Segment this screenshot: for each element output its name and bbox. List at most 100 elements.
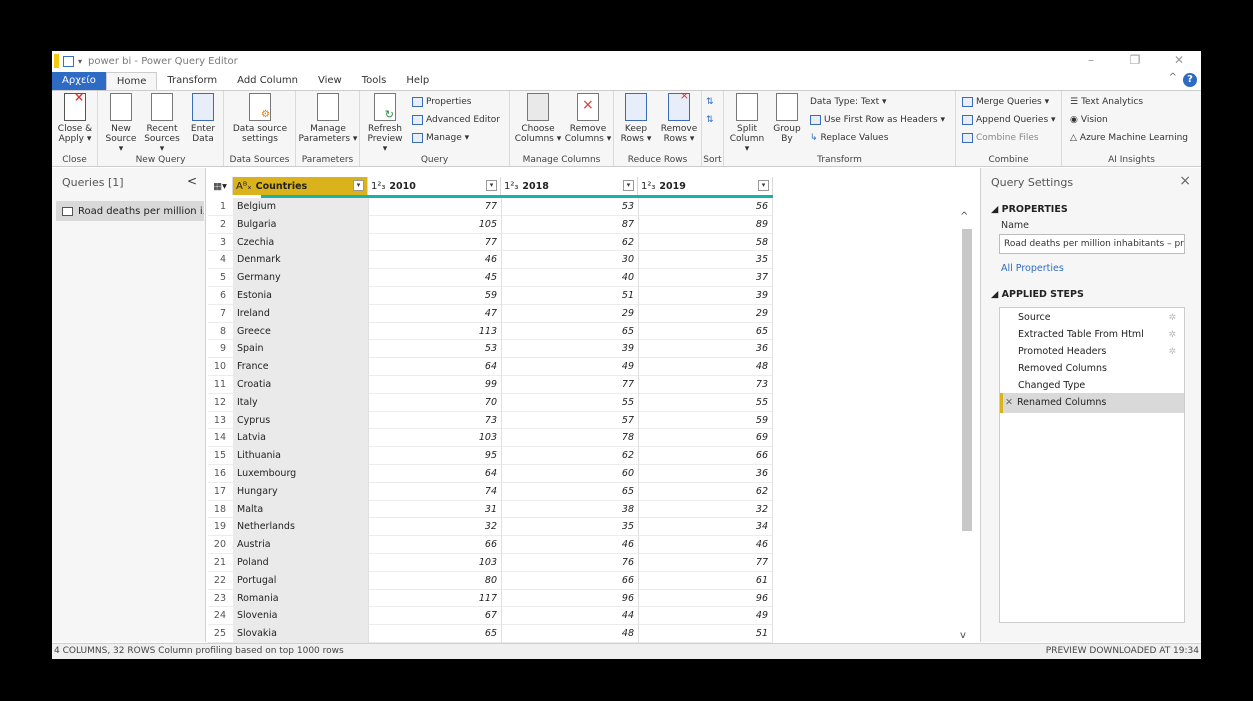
- cell-2010[interactable]: 45: [368, 269, 501, 287]
- cell-country[interactable]: Latvia: [233, 429, 368, 448]
- cell-2010[interactable]: 103: [368, 429, 501, 448]
- cell-2010[interactable]: 53: [368, 340, 501, 359]
- tab-home[interactable]: Home: [105, 72, 158, 90]
- table-row[interactable]: 18 Malta 31 38 32: [208, 500, 773, 519]
- table-row[interactable]: 11 Croatia 99 77 73: [208, 376, 773, 394]
- number-type-icon[interactable]: 1²₃: [641, 181, 655, 192]
- table-row[interactable]: 21 Poland 103 76 77: [208, 554, 773, 572]
- cell-2018[interactable]: 46: [501, 536, 638, 554]
- cell-2018[interactable]: 60: [501, 465, 638, 483]
- table-row[interactable]: 10 France 64 49 48: [208, 358, 773, 376]
- cell-2018[interactable]: 39: [501, 340, 638, 359]
- close-icon[interactable]: ×: [1179, 173, 1191, 189]
- cell-2019[interactable]: 66: [638, 447, 773, 465]
- table-row[interactable]: 15 Lithuania 95 62 66: [208, 447, 773, 465]
- table-row[interactable]: 14 Latvia 103 78 69: [208, 429, 773, 448]
- cell-2010[interactable]: 65: [368, 625, 501, 643]
- replace-values-button[interactable]: ↳ Replace Values: [810, 133, 888, 143]
- scrollbar-thumb[interactable]: [962, 229, 972, 531]
- cell-2018[interactable]: 65: [501, 482, 638, 501]
- cell-2019[interactable]: 58: [638, 233, 773, 252]
- first-row-headers-button[interactable]: Use First Row as Headers ▾: [810, 115, 945, 125]
- cell-2019[interactable]: 34: [638, 518, 773, 537]
- cell-2019[interactable]: 46: [638, 536, 773, 554]
- collapse-ribbon-icon[interactable]: ^: [1169, 72, 1177, 83]
- cell-2018[interactable]: 96: [501, 589, 638, 608]
- cell-2010[interactable]: 32: [368, 518, 501, 537]
- cell-2010[interactable]: 47: [368, 304, 501, 323]
- cell-2018[interactable]: 87: [501, 215, 638, 234]
- table-row[interactable]: 13 Cyprus 73 57 59: [208, 411, 773, 430]
- data-type-dropdown[interactable]: Data Type: Text ▾: [810, 97, 887, 107]
- save-icon[interactable]: [63, 55, 74, 67]
- cell-2018[interactable]: 53: [501, 198, 638, 216]
- recent-sources-button[interactable]: Recent Sources ▾: [142, 93, 182, 154]
- delete-step-icon[interactable]: ✕: [1005, 397, 1013, 408]
- cell-2018[interactable]: 48: [501, 625, 638, 643]
- table-row[interactable]: 16 Luxembourg 64 60 36: [208, 465, 773, 483]
- advanced-editor-button[interactable]: Advanced Editor: [412, 115, 500, 125]
- sort-descending-button[interactable]: ⇅: [706, 115, 714, 125]
- table-row[interactable]: 19 Netherlands 32 35 34: [208, 518, 773, 537]
- cell-2018[interactable]: 62: [501, 447, 638, 465]
- cell-2019[interactable]: 55: [638, 393, 773, 412]
- cell-2018[interactable]: 76: [501, 554, 638, 572]
- cell-2010[interactable]: 70: [368, 393, 501, 412]
- text-type-icon[interactable]: Aᴮₓ: [236, 181, 252, 192]
- tab-transform[interactable]: Transform: [157, 72, 227, 90]
- cell-country[interactable]: Luxembourg: [233, 465, 368, 483]
- cell-country[interactable]: Czechia: [233, 233, 368, 252]
- cell-2019[interactable]: 39: [638, 287, 773, 305]
- cell-2010[interactable]: 103: [368, 554, 501, 572]
- cell-country[interactable]: Slovenia: [233, 607, 368, 626]
- customize-toolbar-icon[interactable]: ▾: [78, 57, 82, 66]
- cell-2019[interactable]: 77: [638, 554, 773, 572]
- collapse-queries-icon[interactable]: <: [187, 174, 197, 188]
- close-apply-button[interactable]: × Close & Apply ▾: [54, 91, 96, 144]
- table-row[interactable]: 17 Hungary 74 65 62: [208, 482, 773, 501]
- cell-2018[interactable]: 29: [501, 304, 638, 323]
- cell-country[interactable]: Belgium: [233, 198, 368, 216]
- table-row[interactable]: 4 Denmark 46 30 35: [208, 251, 773, 270]
- cell-2018[interactable]: 49: [501, 358, 638, 376]
- filter-dropdown-icon[interactable]: ▾: [623, 180, 634, 191]
- cell-country[interactable]: Spain: [233, 340, 368, 359]
- table-row[interactable]: 1 Belgium 77 53 56: [208, 198, 773, 216]
- cell-2019[interactable]: 59: [638, 411, 773, 430]
- cell-country[interactable]: Portugal: [233, 571, 368, 590]
- cell-2010[interactable]: 73: [368, 411, 501, 430]
- cell-2018[interactable]: 38: [501, 500, 638, 519]
- column-header-2019[interactable]: 1²₃ 2019 ▾: [638, 177, 773, 195]
- cell-country[interactable]: Germany: [233, 269, 368, 287]
- split-column-button[interactable]: Split Column ▾: [728, 93, 766, 154]
- table-row[interactable]: 7 Ireland 47 29 29: [208, 304, 773, 323]
- table-row[interactable]: 3 Czechia 77 62 58: [208, 233, 773, 252]
- number-type-icon[interactable]: 1²₃: [371, 181, 385, 192]
- cell-country[interactable]: Ireland: [233, 304, 368, 323]
- all-properties-link[interactable]: All Properties: [1001, 263, 1064, 274]
- cell-2010[interactable]: 113: [368, 322, 501, 341]
- cell-country[interactable]: Greece: [233, 322, 368, 341]
- remove-rows-button[interactable]: × Remove Rows ▾: [658, 90, 700, 144]
- cell-2010[interactable]: 80: [368, 571, 501, 590]
- choose-columns-button[interactable]: Choose Columns ▾: [514, 93, 562, 144]
- cell-2018[interactable]: 62: [501, 233, 638, 252]
- cell-2018[interactable]: 35: [501, 518, 638, 537]
- group-by-button[interactable]: Group By: [770, 93, 804, 144]
- cell-2010[interactable]: 74: [368, 482, 501, 501]
- column-header-2010[interactable]: 1²₃ 2010 ▾: [368, 177, 501, 195]
- cell-2010[interactable]: 99: [368, 376, 501, 394]
- table-row[interactable]: 12 Italy 70 55 55: [208, 393, 773, 412]
- cell-2010[interactable]: 117: [368, 589, 501, 608]
- query-item[interactable]: Road deaths per million i...: [56, 201, 204, 221]
- table-row[interactable]: 25 Slovakia 65 48 51: [208, 625, 773, 643]
- cell-country[interactable]: Cyprus: [233, 411, 368, 430]
- close-window-button[interactable]: ✕: [1157, 51, 1201, 71]
- number-type-icon[interactable]: 1²₃: [504, 181, 518, 192]
- applied-steps-section[interactable]: ◢ APPLIED STEPS: [991, 289, 1084, 300]
- table-row[interactable]: 20 Austria 66 46 46: [208, 536, 773, 554]
- column-header-countries[interactable]: Aᴮₓ Countries ▾: [233, 177, 368, 195]
- cell-country[interactable]: Denmark: [233, 251, 368, 270]
- cell-2018[interactable]: 30: [501, 251, 638, 270]
- cell-2018[interactable]: 57: [501, 411, 638, 430]
